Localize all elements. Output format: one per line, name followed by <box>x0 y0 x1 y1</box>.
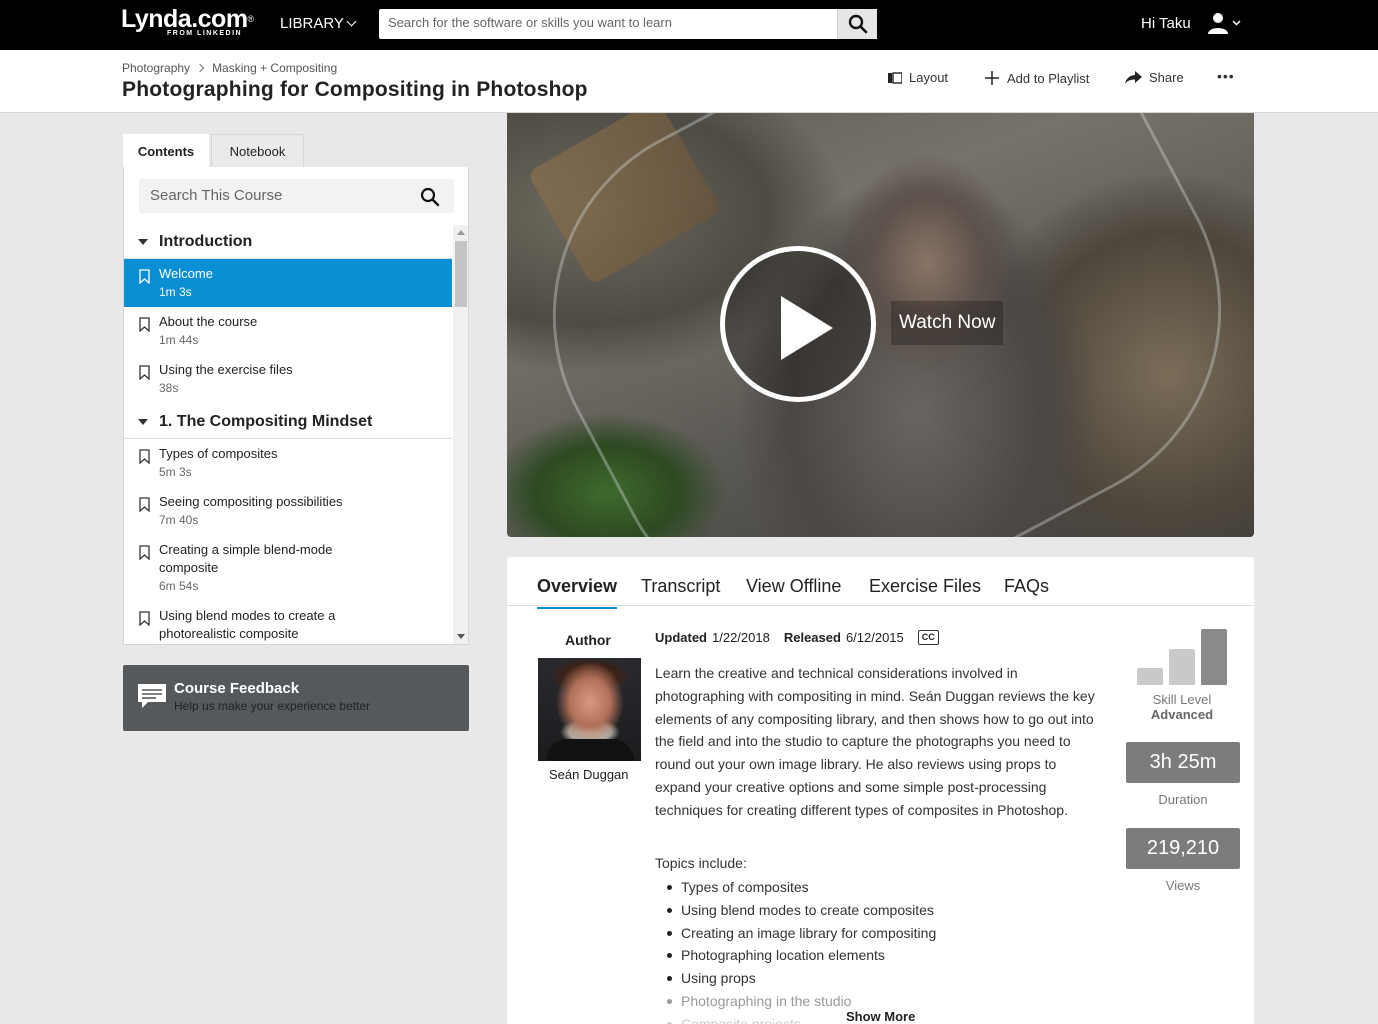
more-options-button[interactable]: ••• <box>1217 68 1235 84</box>
scroll-down-arrow-icon[interactable] <box>457 634 465 639</box>
global-search-input[interactable] <box>388 15 828 30</box>
skill-level: Skill Level Advanced <box>1150 692 1214 722</box>
bookmark-icon[interactable] <box>139 545 150 560</box>
bookmark-icon[interactable] <box>139 449 150 464</box>
bookmark-icon[interactable] <box>139 365 150 380</box>
search-icon <box>848 14 868 34</box>
course-contents-panel: Introduction Welcome 1m 3s About the cou… <box>123 167 469 645</box>
skill-level-bars <box>1134 625 1230 685</box>
skill-bar-2 <box>1169 649 1195 685</box>
play-icon <box>781 296 833 360</box>
library-menu[interactable]: LIBRARY <box>280 15 357 32</box>
bookmark-icon[interactable] <box>139 497 150 512</box>
breadcrumb-masking-compositing[interactable]: Masking + Compositing <box>212 61 337 75</box>
bookmark-icon[interactable] <box>139 269 150 284</box>
chevron-right-icon <box>195 63 205 73</box>
share-button[interactable]: Share <box>1125 70 1184 85</box>
video-item-seeing-possibilities[interactable]: Seeing compositing possibilities 7m 40s <box>124 487 452 535</box>
list-item: Creating an image library for compositin… <box>667 922 1081 945</box>
video-player[interactable]: Watch Now <box>507 113 1254 537</box>
tab-notebook[interactable]: Notebook <box>211 134 304 168</box>
list-item: Using props <box>667 967 1081 990</box>
global-search <box>379 9 877 39</box>
course-feedback-button[interactable]: Course Feedback Help us make your experi… <box>123 665 469 731</box>
tab-overview[interactable]: Overview <box>537 576 618 609</box>
add-to-playlist-button[interactable]: Add to Playlist <box>984 70 1089 86</box>
views-label: Views <box>1165 878 1201 893</box>
tab-view-offline[interactable]: View Offline <box>746 576 841 597</box>
course-search-input[interactable] <box>150 187 410 204</box>
chapter-compositing-mindset[interactable]: 1. The Compositing Mindset <box>124 405 452 439</box>
video-item-types-of-composites[interactable]: Types of composites 5m 3s <box>124 439 452 487</box>
show-more-button[interactable]: Show More <box>846 1009 915 1024</box>
skill-bar-1 <box>1137 668 1163 685</box>
toc-scrollbar[interactable] <box>453 225 468 644</box>
chapter-introduction[interactable]: Introduction <box>124 225 452 259</box>
course-search <box>139 179 454 213</box>
tab-faqs[interactable]: FAQs <box>1004 576 1049 597</box>
tab-contents[interactable]: Contents <box>123 134 209 168</box>
caret-down-icon <box>138 239 148 245</box>
skill-bar-3 <box>1201 629 1227 685</box>
breadcrumb-photography[interactable]: Photography <box>122 61 190 75</box>
page-title: Photographing for Compositing in Photosh… <box>122 78 588 101</box>
watch-now-label[interactable]: Watch Now <box>891 301 1004 345</box>
search-icon[interactable] <box>420 187 440 207</box>
list-item: Using blend modes to create composites <box>667 899 1081 922</box>
course-details-card: Overview Transcript View Offline Exercis… <box>507 557 1254 1024</box>
author-heading: Author <box>565 632 611 648</box>
play-button[interactable] <box>720 246 876 402</box>
video-item-photorealistic-composite[interactable]: Using blend modes to create a photoreali… <box>124 601 452 644</box>
closed-captions-icon: CC <box>917 630 939 645</box>
lynda-logo[interactable]: Lynda.com® FROM LINKEDIN <box>121 6 254 37</box>
course-description: Learn the creative and technical conside… <box>655 665 1095 818</box>
duration-badge: 3h 25m <box>1126 742 1240 783</box>
caret-down-icon <box>138 419 148 425</box>
list-item: Types of composites <box>667 876 1081 899</box>
video-item-about-the-course[interactable]: About the course 1m 44s <box>124 307 452 355</box>
table-of-contents: Introduction Welcome 1m 3s About the cou… <box>124 225 452 644</box>
video-item-using-exercise-files[interactable]: Using the exercise files 38s <box>124 355 452 403</box>
breadcrumb: Photography Masking + Compositing <box>122 61 337 75</box>
topics-heading: Topics include: <box>655 855 747 871</box>
user-menu[interactable] <box>1207 10 1243 38</box>
video-item-welcome[interactable]: Welcome 1m 3s <box>124 259 452 307</box>
tab-transcript[interactable]: Transcript <box>641 576 720 597</box>
layout-button[interactable]: Layout <box>888 70 948 85</box>
video-thumbnail-bottle <box>507 113 1254 537</box>
chat-bubble-icon <box>138 684 166 708</box>
share-icon <box>1125 70 1142 84</box>
layout-icon <box>888 71 902 84</box>
user-icon <box>1208 13 1241 34</box>
scroll-up-arrow-icon[interactable] <box>457 230 465 235</box>
search-button[interactable] <box>837 9 877 39</box>
views-badge: 219,210 <box>1126 828 1240 869</box>
plus-icon <box>985 71 999 85</box>
topics-list: Types of composites Using blend modes to… <box>667 876 1081 1024</box>
tab-exercise-files[interactable]: Exercise Files <box>869 576 981 597</box>
course-header: Photography Masking + Compositing Photogr… <box>0 50 1378 113</box>
details-tabs: Overview Transcript View Offline Exercis… <box>507 557 1254 609</box>
top-nav: Lynda.com® FROM LINKEDIN LIBRARY Hi Taku <box>0 0 1378 50</box>
bookmark-icon[interactable] <box>139 611 150 626</box>
chevron-down-icon <box>346 16 357 27</box>
course-dates: Updated 1/22/2018 Released 6/12/2015 CC <box>655 630 939 645</box>
author-name[interactable]: Seán Duggan <box>549 767 629 782</box>
bookmark-icon[interactable] <box>139 317 150 332</box>
list-item: Photographing location elements <box>667 944 1081 967</box>
video-item-simple-blend-mode[interactable]: Creating a simple blend-mode composite 6… <box>124 535 452 601</box>
scroll-thumb[interactable] <box>455 241 467 307</box>
author-photo[interactable] <box>538 658 641 761</box>
duration-label: Duration <box>1158 792 1208 807</box>
user-greeting: Hi Taku <box>1141 15 1191 32</box>
